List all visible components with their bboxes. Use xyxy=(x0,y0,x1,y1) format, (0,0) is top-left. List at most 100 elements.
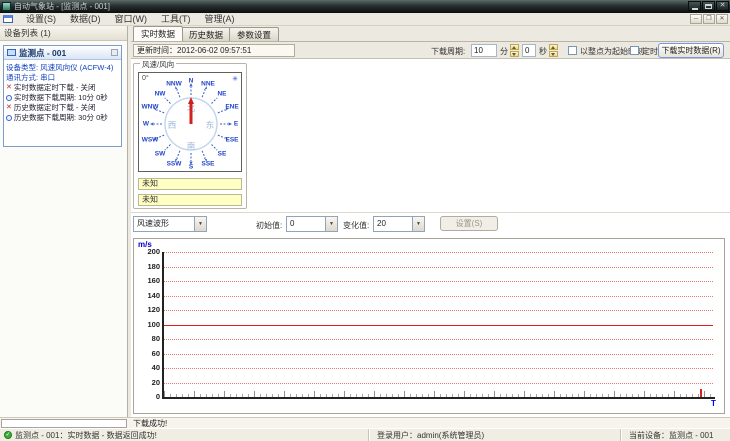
dir-label-ne: NE xyxy=(217,90,227,98)
minutes-input[interactable]: 10 xyxy=(471,44,497,57)
update-time-field: 更新时间：2012-06-02 09:57:51 xyxy=(133,44,295,57)
download-realtime-button[interactable]: 下载实时数据(R) xyxy=(658,43,724,58)
dir-label-ene: ENE xyxy=(225,103,239,111)
maximize-button[interactable] xyxy=(702,1,715,11)
timed-download-checkbox[interactable] xyxy=(630,46,639,55)
history-timer-line: ✕ 历史数据定时下载 - 关闭 xyxy=(6,103,96,112)
current-device-section: 当前设备：监测点 - 001 xyxy=(620,429,730,441)
chevron-down-icon[interactable]: ▼ xyxy=(194,217,206,231)
compass-mark-icon: ✳ xyxy=(232,76,238,83)
spin-down-icon[interactable] xyxy=(510,51,519,57)
mdi-close-button[interactable]: ✕ xyxy=(716,14,728,24)
footer-left-box xyxy=(1,419,127,428)
footer-strip: 下载成功! xyxy=(0,417,730,428)
menu-tools[interactable]: 工具(T) xyxy=(154,13,198,25)
wind-speed-readout: 未知 xyxy=(138,194,242,206)
dir-label-nw: NW xyxy=(154,90,166,98)
current-time-marker xyxy=(700,389,702,397)
menu-window[interactable]: 窗口(W) xyxy=(108,13,155,25)
device-panel-body: 设备类型: 风速风向仪 (ACFW-4) 通讯方式: 串口 ✕ 实时数据定时下载 … xyxy=(4,60,121,126)
status-message: 监测点 - 001：实时数据 - 数据返回成功! xyxy=(15,430,157,440)
device-list-header: 设备列表 (1) xyxy=(0,26,127,41)
change-value-select[interactable]: 20 ▼ xyxy=(373,216,425,232)
tab-history-data[interactable]: 历史数据 xyxy=(181,27,232,41)
realtime-period-line: 实时数据下载周期: 10分 0秒 xyxy=(6,93,119,103)
dir-label-e: E xyxy=(233,120,239,128)
mdi-restore-button[interactable]: ❐ xyxy=(703,14,715,24)
window-title: 自动气象站 - [监测点 - 001] xyxy=(14,2,111,11)
wind-speed-chart: m/s 200 180 160 140 120 100 80 60 40 20 … xyxy=(133,238,725,414)
tab-realtime-data[interactable]: 实时数据 xyxy=(133,26,184,41)
settings-button[interactable]: 设置(S) xyxy=(440,216,498,231)
spin-up-icon[interactable] xyxy=(549,44,558,50)
chart-controls: 风速波形 ▼ 初始值: 0 ▼ 变化值: 20 ▼ 设置(S) xyxy=(131,216,730,234)
dir-label-wnw: WNW xyxy=(141,103,159,111)
device-panel[interactable]: 监测点 - 001 设备类型: 风速风向仪 (ACFW-4) 通讯方式: 串口 … xyxy=(3,45,122,147)
x-axis-t-label: T xyxy=(711,399,716,408)
wind-compass: 北 南 西 东 0° ✳ N NNE NE ENE E ESE SE xyxy=(138,72,242,172)
comm-mode-line: 通讯方式: 串口 xyxy=(6,73,56,82)
chevron-down-icon[interactable]: ▼ xyxy=(325,217,337,231)
menu-admin[interactable]: 管理(A) xyxy=(198,13,242,25)
app-icon xyxy=(2,2,11,11)
mdi-minimize-button[interactable]: ─ xyxy=(690,14,702,24)
minimize-button[interactable] xyxy=(688,1,701,11)
menu-settings[interactable]: 设置(S) xyxy=(19,13,63,25)
clock-icon xyxy=(6,115,12,121)
device-type-line: 设备类型: 风速风向仪 (ACFW-4) xyxy=(6,63,114,72)
initial-value-label: 初始值: xyxy=(256,221,283,230)
device-title-text: 监测点 - 001 xyxy=(19,47,67,58)
x-icon: ✕ xyxy=(6,104,12,111)
section-divider xyxy=(131,212,730,213)
menu-bar: 设置(S) 数据(D) 窗口(W) 工具(T) 管理(A) ─ ❐ ✕ xyxy=(0,13,730,26)
dir-label-nne: NNE xyxy=(201,80,215,88)
menu-data[interactable]: 数据(D) xyxy=(63,13,108,25)
tab-bar: 实时数据 历史数据 参数设置 xyxy=(131,26,730,41)
compass-graphic: 北 南 西 东 xyxy=(150,83,232,165)
realtime-timer-line: ✕ 实时数据定时下载 - 关闭 xyxy=(6,83,96,92)
spin-down-icon[interactable] xyxy=(549,51,558,57)
success-check-icon: ✓ xyxy=(4,431,12,439)
change-value-label: 变化值: xyxy=(343,221,370,230)
minutes-stepper[interactable] xyxy=(510,44,519,57)
start-at-hour-checkbox[interactable] xyxy=(568,46,577,55)
history-period-line: 历史数据下载周期: 30分 0秒 xyxy=(6,113,119,123)
seconds-unit-label: 秒 xyxy=(539,47,547,56)
dir-label-ssw: SSW xyxy=(166,160,182,168)
wind-angle-readout: 0° xyxy=(142,75,149,82)
realtime-content: 风速/风向 北 南 西 东 0° ✳ N NNE xyxy=(131,58,730,417)
clock-icon xyxy=(6,95,12,101)
login-user-section: 登录用户：admin(系统管理员) xyxy=(368,429,620,441)
title-bar: 自动气象站 - [监测点 - 001] ✕ xyxy=(0,0,730,13)
minutes-unit-label: 分 xyxy=(500,47,508,56)
dir-label-w: W xyxy=(142,120,150,128)
wind-direction-readout: 未知 xyxy=(138,178,242,190)
update-time-value: 2012-06-02 09:57:51 xyxy=(177,46,252,55)
dir-label-s: S xyxy=(188,163,194,171)
current-device-text: 当前设备：监测点 - 001 xyxy=(629,430,714,440)
seconds-input[interactable]: 0 xyxy=(522,44,536,57)
update-time-label: 更新时间： xyxy=(137,46,177,55)
chevron-down-icon[interactable]: ▼ xyxy=(412,217,424,231)
dir-label-nnw: NNW xyxy=(166,80,182,88)
tab-parameter-settings[interactable]: 参数设置 xyxy=(229,27,280,41)
compass-west-cn: 西 xyxy=(168,120,177,130)
seconds-stepper[interactable] xyxy=(549,44,558,57)
application-window: 自动气象站 - [监测点 - 001] ✕ 设置(S) 数据(D) 窗口(W) … xyxy=(0,0,730,441)
pin-icon[interactable] xyxy=(111,49,118,56)
toolbar: 更新时间：2012-06-02 09:57:51 下载周期: 10 分 0 秒 … xyxy=(131,41,730,58)
y-axis-line xyxy=(162,252,164,399)
status-message-section: ✓ 监测点 - 001：实时数据 - 数据返回成功! xyxy=(0,429,368,441)
threshold-line xyxy=(164,324,713,326)
mdi-child-icon[interactable] xyxy=(3,15,13,23)
initial-value-select[interactable]: 0 ▼ xyxy=(286,216,338,232)
x-icon: ✕ xyxy=(6,84,12,91)
spin-up-icon[interactable] xyxy=(510,44,519,50)
device-panel-title[interactable]: 监测点 - 001 xyxy=(4,46,121,60)
x-axis-line xyxy=(162,397,715,399)
wind-group-title: 风速/风向 xyxy=(140,59,177,70)
dir-label-sse: SSE xyxy=(201,160,215,168)
wind-group-box: 风速/风向 北 南 西 东 0° ✳ N NNE xyxy=(133,59,247,209)
waveform-select[interactable]: 风速波形 ▼ xyxy=(133,216,207,232)
close-button[interactable]: ✕ xyxy=(716,1,729,11)
